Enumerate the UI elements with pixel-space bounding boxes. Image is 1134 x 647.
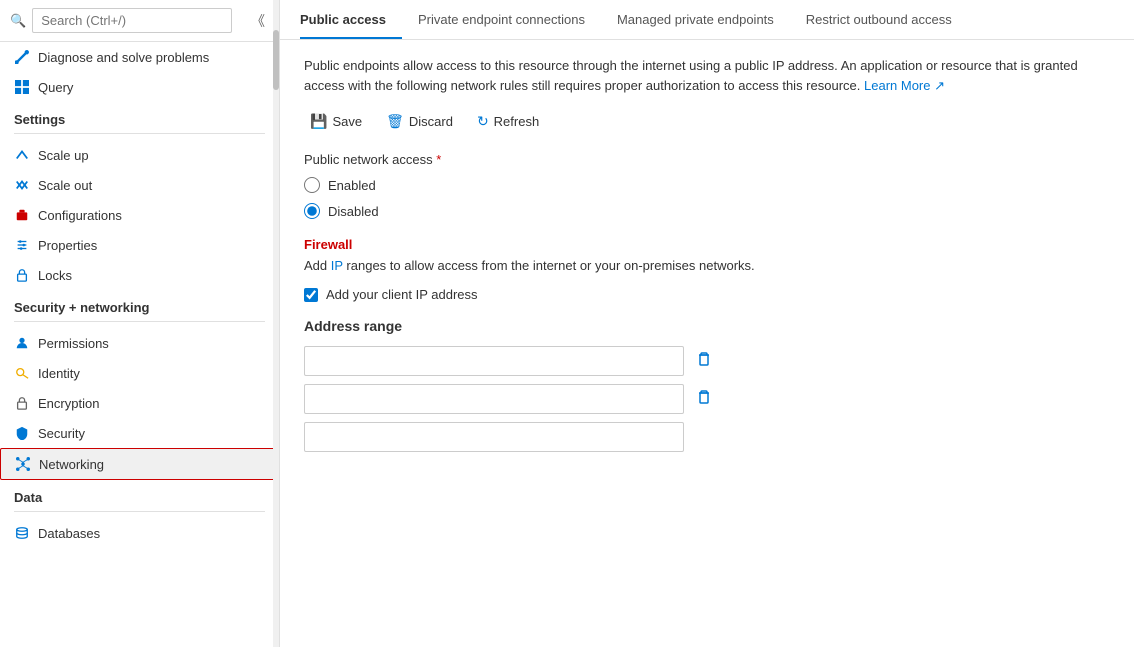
sidebar-item-databases[interactable]: Databases bbox=[0, 518, 279, 548]
tab-public-access[interactable]: Public access bbox=[300, 0, 402, 39]
sidebar-item-diagnose-label: Diagnose and solve problems bbox=[38, 50, 209, 65]
sidebar-item-networking[interactable]: Networking bbox=[0, 448, 279, 480]
radio-enabled-input[interactable] bbox=[304, 177, 320, 193]
save-icon: 💾 bbox=[310, 113, 327, 130]
sidebar-item-permissions[interactable]: Permissions bbox=[0, 328, 279, 358]
sidebar-item-scale-up-label: Scale up bbox=[38, 148, 89, 163]
learn-more-link[interactable]: Learn More ↗ bbox=[864, 78, 945, 93]
radio-disabled-input[interactable] bbox=[304, 203, 320, 219]
radio-enabled[interactable]: Enabled bbox=[304, 177, 1110, 193]
toolbar: 💾 Save 🗑 Discard ↻ Refresh bbox=[304, 109, 1110, 134]
shield-icon bbox=[14, 425, 30, 441]
sidebar-item-scale-out[interactable]: Scale out bbox=[0, 170, 279, 200]
sidebar-item-properties[interactable]: Properties bbox=[0, 230, 279, 260]
required-marker: * bbox=[436, 152, 441, 167]
trash-icon-1 bbox=[696, 351, 712, 367]
radio-disabled[interactable]: Disabled bbox=[304, 203, 1110, 219]
sidebar-scrollbar-track bbox=[273, 0, 279, 647]
sidebar-item-encryption-label: Encryption bbox=[38, 396, 99, 411]
sidebar-item-encryption[interactable]: Encryption bbox=[0, 388, 279, 418]
database-icon bbox=[14, 525, 30, 541]
tab-private-endpoint[interactable]: Private endpoint connections bbox=[418, 0, 601, 39]
sidebar-item-properties-label: Properties bbox=[38, 238, 97, 253]
lock-icon bbox=[14, 267, 30, 283]
briefcase-icon bbox=[14, 207, 30, 223]
discard-button[interactable]: 🗑 Discard bbox=[380, 109, 459, 134]
delete-address-1-button[interactable] bbox=[692, 349, 716, 374]
firewall-title: Firewall bbox=[304, 237, 1110, 252]
firewall-description: Add IP ranges to allow access from the i… bbox=[304, 258, 1110, 273]
data-section-header: Data bbox=[0, 480, 279, 509]
sidebar-item-query[interactable]: Query bbox=[0, 72, 279, 102]
firewall-section: Firewall Add IP ranges to allow access f… bbox=[304, 237, 1110, 273]
sidebar-item-configurations-label: Configurations bbox=[38, 208, 122, 223]
lock2-icon bbox=[14, 395, 30, 411]
address-input-2[interactable] bbox=[304, 384, 684, 414]
sliders-icon bbox=[14, 237, 30, 253]
discard-icon: 🗑 bbox=[386, 113, 404, 130]
wrench-icon bbox=[14, 49, 30, 65]
search-icon: 🔍 bbox=[10, 13, 26, 29]
sidebar-item-networking-label: Networking bbox=[39, 457, 104, 472]
address-row-2 bbox=[304, 384, 1110, 414]
delete-address-2-button[interactable] bbox=[692, 387, 716, 412]
sidebar-search-bar[interactable]: 🔍 《 bbox=[0, 0, 279, 42]
address-input-1[interactable] bbox=[304, 346, 684, 376]
arrows-icon bbox=[14, 177, 30, 193]
grid-icon bbox=[14, 79, 30, 95]
key-icon bbox=[14, 365, 30, 381]
security-networking-divider bbox=[14, 321, 265, 322]
sidebar-item-scale-out-label: Scale out bbox=[38, 178, 92, 193]
refresh-icon: ↻ bbox=[477, 113, 489, 130]
settings-divider bbox=[14, 133, 265, 134]
address-row-3 bbox=[304, 422, 1110, 452]
sidebar-item-diagnose[interactable]: Diagnose and solve problems bbox=[0, 42, 279, 72]
address-range-title: Address range bbox=[304, 318, 1110, 334]
address-input-3[interactable] bbox=[304, 422, 684, 452]
sidebar-item-configurations[interactable]: Configurations bbox=[0, 200, 279, 230]
sidebar-scrollbar-thumb[interactable] bbox=[273, 30, 279, 90]
sidebar-item-locks-label: Locks bbox=[38, 268, 72, 283]
client-ip-checkbox-row: Add your client IP address bbox=[304, 287, 1110, 302]
save-button[interactable]: 💾 Save bbox=[304, 109, 368, 134]
sidebar-item-scale-up[interactable]: Scale up bbox=[0, 140, 279, 170]
sidebar-item-query-label: Query bbox=[38, 80, 73, 95]
sidebar-item-identity-label: Identity bbox=[38, 366, 80, 381]
tabs-bar: Public access Private endpoint connectio… bbox=[280, 0, 1134, 40]
address-row-1 bbox=[304, 346, 1110, 376]
sidebar-item-security[interactable]: Security bbox=[0, 418, 279, 448]
sidebar-item-security-label: Security bbox=[38, 426, 85, 441]
main-content: Public access Private endpoint connectio… bbox=[280, 0, 1134, 647]
client-ip-checkbox[interactable] bbox=[304, 288, 318, 302]
arrow-up-icon bbox=[14, 147, 30, 163]
collapse-sidebar-button[interactable]: 《 bbox=[247, 9, 269, 33]
refresh-button[interactable]: ↻ Refresh bbox=[471, 109, 545, 134]
content-area: Public endpoints allow access to this re… bbox=[280, 40, 1134, 647]
info-text: Public endpoints allow access to this re… bbox=[304, 56, 1110, 95]
sidebar-item-locks[interactable]: Locks bbox=[0, 260, 279, 290]
radio-group-network-access: Enabled Disabled bbox=[304, 177, 1110, 219]
settings-section-header: Settings bbox=[0, 102, 279, 131]
security-networking-section-header: Security + networking bbox=[0, 290, 279, 319]
sidebar-item-identity[interactable]: Identity bbox=[0, 358, 279, 388]
sidebar: 🔍 《 Diagnose and solve problems Query Se… bbox=[0, 0, 280, 647]
client-ip-label: Add your client IP address bbox=[326, 287, 478, 302]
data-divider bbox=[14, 511, 265, 512]
person-icon bbox=[14, 335, 30, 351]
public-network-access-label: Public network access * bbox=[304, 152, 1110, 167]
sidebar-item-databases-label: Databases bbox=[38, 526, 100, 541]
tab-managed-private[interactable]: Managed private endpoints bbox=[617, 0, 790, 39]
network-icon bbox=[15, 456, 31, 472]
tab-restrict-outbound[interactable]: Restrict outbound access bbox=[806, 0, 968, 39]
search-input[interactable] bbox=[32, 8, 232, 33]
sidebar-item-permissions-label: Permissions bbox=[38, 336, 109, 351]
trash-icon-2 bbox=[696, 389, 712, 405]
